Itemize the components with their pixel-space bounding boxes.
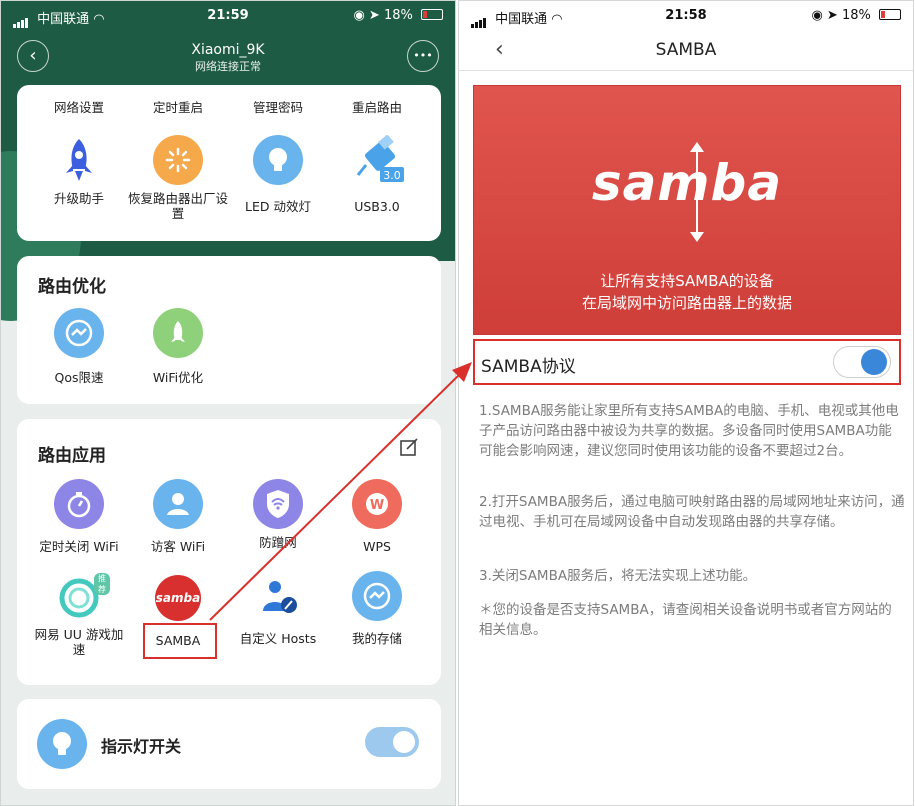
banner-line-2: 在局域网中访问路由器上的数据 bbox=[581, 294, 792, 312]
status-bar: 中国联通 ◠ 21:59 ◉ ➤ 18% bbox=[1, 1, 455, 31]
item-label: 访客 WiFi bbox=[150, 539, 206, 554]
description-paragraph-2: 2.打开SAMBA服务后，通过电脑可映射路由器的局域网地址来访问，通过电视、手机… bbox=[479, 494, 905, 530]
page-title: SAMBA bbox=[655, 40, 717, 60]
samba-protocol-row: SAMBA协议 bbox=[473, 339, 901, 385]
led-effect-item[interactable]: LED 动效灯 bbox=[228, 135, 328, 214]
usb-item[interactable]: 3.0 USB3.0 bbox=[327, 134, 427, 214]
tool-label: LED 动效灯 bbox=[245, 199, 311, 214]
router-app-panel: 中国联通 ◠ 21:59 ◉ ➤ 18% ‹ Xiaomi_9K 网络连接正常 … bbox=[0, 0, 456, 806]
timer-icon bbox=[54, 479, 104, 529]
shield-wifi-icon bbox=[253, 479, 303, 529]
indicator-toggle[interactable] bbox=[365, 727, 419, 757]
item-label: WPS bbox=[363, 539, 391, 554]
my-storage-item[interactable]: 我的存储 bbox=[327, 571, 427, 646]
router-optimize-card: 路由优化 Qos限速 WiFi优化 bbox=[17, 256, 441, 404]
admin-password-item[interactable]: 管理密码 bbox=[228, 97, 328, 116]
item-label: 防蹭网 bbox=[259, 535, 297, 550]
more-icon: ••• bbox=[413, 49, 433, 62]
description-paragraph-3: 3.关闭SAMBA服务后，将无法实现上述功能。 bbox=[479, 568, 757, 584]
description-note: ＊您的设备是否支持SAMBA，请查阅相关设备说明书或者官方网站的相关信息。 bbox=[479, 602, 892, 638]
samba-settings-panel: 中国联通 ◠ 21:58 ◉ ➤ 18% ‹ SAMBA samba 让所有支持… bbox=[458, 0, 914, 806]
battery-icon bbox=[421, 9, 443, 20]
usb-version-badge: 3.0 bbox=[383, 169, 401, 182]
location-icon: ◉ ➤ bbox=[353, 8, 384, 23]
edit-icon[interactable] bbox=[399, 437, 419, 461]
router-header: ‹ Xiaomi_9K 网络连接正常 ••• bbox=[1, 31, 455, 81]
more-button[interactable]: ••• bbox=[407, 40, 439, 72]
samba-protocol-label: SAMBA协议 bbox=[481, 357, 576, 377]
transfer-arrow-icon bbox=[690, 142, 704, 242]
factory-reset-item[interactable]: 恢复路由器出厂设置 bbox=[128, 135, 228, 221]
scheduled-wifi-off-item[interactable]: 定时关闭 WiFi bbox=[29, 479, 129, 554]
battery-icon bbox=[879, 9, 901, 20]
svg-text:W: W bbox=[370, 498, 384, 513]
item-label: 我的存储 bbox=[351, 631, 402, 646]
guest-icon bbox=[153, 479, 203, 529]
indicator-card: 指示灯开关 bbox=[17, 699, 441, 789]
qos-item[interactable]: Qos限速 bbox=[29, 308, 129, 385]
samba-protocol-toggle[interactable] bbox=[833, 346, 891, 378]
item-label: Qos限速 bbox=[54, 370, 104, 385]
tool-label: 恢复路由器出厂设置 bbox=[128, 191, 229, 221]
battery-percent: 18% bbox=[383, 8, 413, 23]
bulb-icon bbox=[253, 135, 303, 185]
status-bar: 中国联通 ◠ 21:58 ◉ ➤ 18% bbox=[459, 1, 913, 31]
reset-icon bbox=[153, 135, 203, 185]
section-title: 路由应用 bbox=[38, 446, 106, 466]
samba-logo-text: samba bbox=[156, 591, 200, 605]
uu-accelerator-item[interactable]: 推荐 网易 UU 游戏加速 bbox=[29, 571, 129, 657]
storage-icon bbox=[352, 571, 402, 621]
upgrade-assistant-item[interactable]: 升级助手 bbox=[29, 135, 129, 206]
router-name: Xiaomi_9K bbox=[191, 42, 265, 58]
tool-label: USB3.0 bbox=[354, 199, 400, 214]
item-label: 网易 UU 游戏加速 bbox=[34, 627, 124, 657]
uu-icon: 推荐 bbox=[54, 571, 110, 621]
samba-banner: samba 让所有支持SAMBA的设备 在局域网中访问路由器上的数据 bbox=[473, 85, 901, 335]
scheduled-reboot-item[interactable]: 定时重启 bbox=[128, 97, 228, 116]
bulb-icon bbox=[37, 719, 87, 769]
connection-status: 网络连接正常 bbox=[195, 60, 261, 73]
wps-item[interactable]: W WPS bbox=[327, 479, 427, 554]
usb-icon: 3.0 bbox=[352, 134, 404, 185]
samba-icon: samba bbox=[155, 575, 201, 621]
description-paragraph-1: 1.SAMBA服务能让家里所有支持SAMBA的电脑、手机、电视或其他电子产品访问… bbox=[479, 403, 899, 459]
indicator-label: 指示灯开关 bbox=[101, 737, 182, 756]
wifi-optimize-item[interactable]: WiFi优化 bbox=[128, 308, 228, 385]
item-label: 自定义 Hosts bbox=[239, 631, 317, 646]
wps-icon: W bbox=[352, 479, 402, 529]
speed-icon bbox=[54, 308, 104, 358]
guest-wifi-item[interactable]: 访客 WiFi bbox=[128, 479, 228, 554]
item-label: 定时关闭 WiFi bbox=[39, 539, 119, 554]
battery-percent: 18% bbox=[841, 8, 871, 23]
samba-logo: samba bbox=[591, 154, 783, 212]
samba-highlight-box bbox=[143, 623, 217, 659]
samba-header: ‹ SAMBA bbox=[459, 31, 913, 71]
reboot-router-item[interactable]: 重启路由 bbox=[327, 97, 427, 116]
router-apps-card: 路由应用 定时关闭 WiFi 访客 WiFi 防蹭网 W WPS 推荐 网易 U… bbox=[17, 419, 441, 685]
tools-card: 网络设置 定时重启 管理密码 重启路由 升级助手 恢复路由器出厂设置 LED 动… bbox=[17, 85, 441, 241]
banner-line-1: 让所有支持SAMBA的设备 bbox=[600, 272, 774, 290]
hosts-icon bbox=[253, 571, 303, 621]
recommend-badge: 推荐 bbox=[94, 573, 110, 595]
anti-rub-item[interactable]: 防蹭网 bbox=[228, 479, 328, 550]
location-icon: ◉ ➤ bbox=[811, 8, 842, 23]
item-label: WiFi优化 bbox=[152, 370, 204, 385]
custom-hosts-item[interactable]: 自定义 Hosts bbox=[228, 571, 328, 646]
rocket-icon bbox=[54, 135, 104, 185]
wifi-rocket-icon bbox=[153, 308, 203, 358]
tool-label: 升级助手 bbox=[53, 191, 104, 206]
network-settings-item[interactable]: 网络设置 bbox=[29, 97, 129, 116]
section-title: 路由优化 bbox=[38, 277, 106, 297]
